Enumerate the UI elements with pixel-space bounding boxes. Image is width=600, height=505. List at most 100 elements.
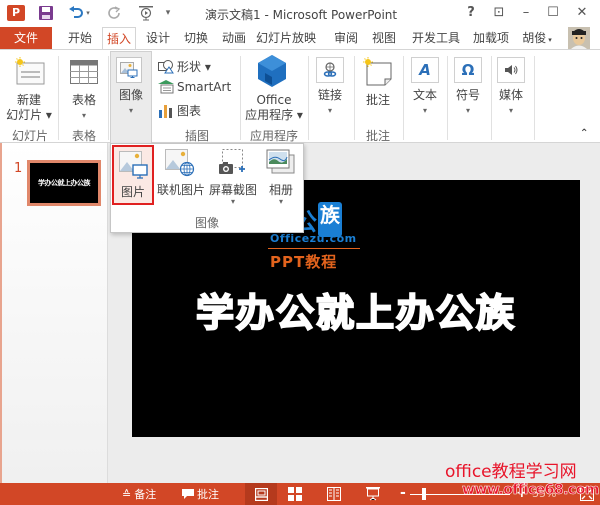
close-button[interactable]: ✕	[572, 5, 592, 20]
tab-review[interactable]: 审阅	[330, 27, 362, 49]
slide-sorter-icon	[288, 487, 302, 501]
user-account[interactable]: 胡俊 ▾	[522, 27, 552, 49]
collapse-ribbon-button[interactable]: ⌃	[580, 128, 588, 139]
group-label-apps: 应用程序	[249, 129, 298, 143]
present-from-start-icon[interactable]	[134, 3, 158, 23]
new-slide-button[interactable]: 新建 幻灯片 ▾	[4, 93, 54, 123]
normal-view-button[interactable]	[245, 483, 277, 505]
media-button[interactable]: 媒体 ▾	[492, 88, 530, 118]
text-button[interactable]: 文本 ▾	[406, 88, 444, 118]
minimize-button[interactable]: –	[516, 5, 536, 20]
normal-view-icon	[254, 487, 268, 501]
shapes-button[interactable]: 形状 ▾	[158, 58, 211, 75]
office-apps-button[interactable]: Office 应用程序 ▾	[244, 93, 304, 123]
images-dropdown: 图片 联机图片 屏幕截图 ▾ 相册 ▾ 图像	[110, 143, 304, 233]
tab-view[interactable]: 视图	[368, 27, 400, 49]
comment-icon[interactable]	[362, 57, 394, 90]
office-apps-icon[interactable]	[256, 55, 288, 92]
picture-label: 图片	[120, 185, 145, 199]
tab-add-ins[interactable]: 加载项	[470, 27, 512, 49]
tab-insert[interactable]: 插入	[102, 27, 136, 49]
undo-icon[interactable]: ▾	[66, 3, 92, 23]
table-caret: ▾	[81, 111, 86, 120]
group-separator	[240, 56, 241, 140]
group-separator	[58, 56, 59, 140]
media-label: 媒体	[498, 88, 523, 102]
tab-animations[interactable]: 动画	[218, 27, 250, 49]
tab-slide-show[interactable]: 幻灯片放映	[255, 27, 317, 49]
group-separator	[534, 56, 535, 140]
user-caret: ▾	[548, 36, 552, 44]
images-label-wrap: 图像 ▾	[112, 88, 150, 118]
new-slide-icon[interactable]	[14, 57, 46, 90]
chart-button[interactable]: 图表	[158, 102, 201, 119]
save-icon[interactable]	[36, 3, 56, 23]
smartart-button[interactable]: SmartArt	[158, 80, 231, 94]
slide-show-icon	[366, 487, 380, 501]
help-button[interactable]: ?	[461, 5, 481, 20]
screenshot-caret: ▾	[230, 197, 235, 206]
group-label-comments: 批注	[365, 129, 390, 143]
photo-album-button[interactable]: 相册 ▾	[261, 145, 301, 217]
tab-developer[interactable]: 开发工具	[410, 27, 462, 49]
user-name: 胡俊	[522, 31, 547, 45]
maximize-button[interactable]: ☐	[543, 5, 563, 20]
group-separator	[447, 56, 448, 140]
screenshot-label: 屏幕截图	[208, 183, 257, 197]
powerpoint-app-icon[interactable]: P	[6, 3, 26, 23]
notes-label: 备注	[134, 488, 157, 501]
user-avatar[interactable]	[568, 27, 590, 49]
new-slide-label-2: 幻灯片 ▾	[6, 108, 52, 122]
slide-thumbnail[interactable]: 学办公就上办公族	[27, 160, 101, 206]
customize-quick-access-button[interactable]: ▾	[162, 3, 174, 23]
symbol-icon[interactable]: Ω	[454, 57, 482, 83]
group-label-slides: 幻灯片	[11, 129, 48, 143]
zoom-slider-thumb[interactable]	[422, 488, 426, 500]
media-icon[interactable]	[497, 57, 525, 83]
tab-file[interactable]: 文件	[0, 27, 52, 49]
tab-home[interactable]: 开始	[64, 27, 96, 49]
media-caret: ▾	[508, 106, 513, 115]
ribbon-display-options-button[interactable]: ⊡	[489, 5, 509, 20]
watermark-site-url: www.office68.com	[462, 482, 600, 499]
images-label: 图像	[118, 88, 143, 102]
slide-show-button[interactable]	[366, 487, 380, 504]
comment-button[interactable]: 批注	[358, 93, 398, 108]
tab-transitions[interactable]: 切换	[180, 27, 212, 49]
comments-button[interactable]: 批注	[182, 486, 219, 502]
redo-icon[interactable]	[104, 3, 124, 23]
images-caret: ▾	[128, 106, 133, 115]
online-pictures-button[interactable]: 联机图片	[155, 145, 205, 205]
comments-label: 批注	[197, 488, 219, 501]
group-separator	[354, 56, 355, 140]
table-button[interactable]: 表格 ▾	[64, 93, 104, 123]
chart-icon	[159, 104, 172, 118]
text-label: 文本	[412, 88, 437, 102]
screenshot-button[interactable]: 屏幕截图 ▾	[207, 145, 259, 217]
symbol-button[interactable]: 符号 ▾	[449, 88, 487, 118]
link-button[interactable]: 链接 ▾	[312, 88, 348, 118]
comment-bubble-icon	[182, 488, 194, 499]
picture-button[interactable]: 图片	[112, 145, 154, 205]
notes-button[interactable]: ≙ 备注	[122, 486, 156, 502]
slide-number: 1	[14, 161, 23, 176]
window-title: 演示文稿1 - Microsoft PowerPoint	[205, 8, 398, 22]
title-bar: P ▾ ▾ 演示文稿1 - Microsoft PowerPoint ? ⊡ –…	[0, 0, 600, 27]
online-pictures-label: 联机图片	[156, 183, 205, 197]
tab-design[interactable]: 设计	[142, 27, 174, 49]
zoom-out-button[interactable]: -	[400, 485, 406, 501]
text-icon[interactable]: A	[411, 57, 439, 83]
images-icon	[116, 57, 142, 83]
group-separator	[403, 56, 404, 140]
shapes-label: 形状 ▾	[177, 60, 211, 74]
office-apps-label-1: Office	[256, 93, 292, 107]
photo-album-caret: ▾	[278, 197, 283, 206]
new-slide-label-1: 新建	[16, 93, 41, 107]
link-icon[interactable]	[316, 57, 344, 83]
table-icon[interactable]	[70, 60, 98, 87]
slide-title[interactable]: 学办公就上办公族	[132, 282, 580, 337]
online-pictures-icon	[165, 149, 195, 177]
group-label-tables: 表格	[71, 129, 96, 143]
slide-sorter-button[interactable]	[288, 487, 302, 504]
reading-view-button[interactable]	[327, 487, 341, 504]
